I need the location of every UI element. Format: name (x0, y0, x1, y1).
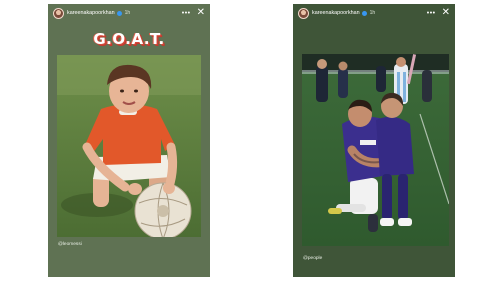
close-icon[interactable]: ✕ (442, 7, 450, 18)
post-time: 1h (369, 10, 376, 16)
verified-badge-icon (361, 10, 367, 16)
story-right[interactable]: kareenakapoorkhan 1h ••• ✕ @people (293, 4, 455, 277)
photo-tag[interactable]: @leomessi (58, 242, 82, 247)
username[interactable]: kareenakapoorkhan (67, 10, 115, 16)
more-options-icon[interactable]: ••• (182, 10, 191, 17)
goat-sticker: G.O.A.T. (93, 30, 165, 48)
story-header: kareenakapoorkhan 1h ••• ✕ (293, 4, 455, 22)
story-photo-player-hugging-child (302, 54, 449, 246)
story-left[interactable]: kareenakapoorkhan 1h ••• ✕ G.O.A.T. @leo… (48, 4, 210, 277)
verified-badge-icon (116, 10, 122, 16)
avatar[interactable] (53, 7, 64, 19)
close-icon[interactable]: ✕ (197, 7, 205, 18)
story-header: kareenakapoorkhan 1h ••• ✕ (48, 4, 210, 22)
username[interactable]: kareenakapoorkhan (312, 10, 360, 16)
avatar[interactable] (298, 7, 309, 19)
photo-tag[interactable]: @people (303, 256, 322, 261)
more-options-icon[interactable]: ••• (427, 10, 436, 17)
story-photo-child-with-football (57, 55, 201, 237)
post-time: 1h (124, 10, 131, 16)
